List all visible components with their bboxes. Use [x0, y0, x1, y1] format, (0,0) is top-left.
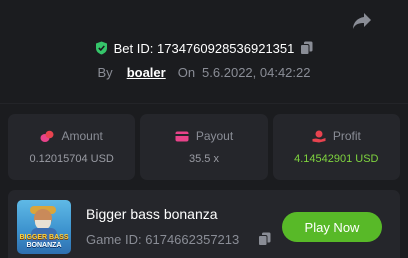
amount-card: Amount 0.12015704 USD — [8, 114, 136, 180]
bet-id-label: Bet ID: — [113, 40, 154, 56]
share-icon[interactable] — [352, 12, 372, 30]
payout-value: 35.5 x — [189, 153, 219, 165]
coins-icon — [40, 130, 54, 142]
profit-label: Profit — [332, 129, 361, 143]
bet-date: 5.6.2022, 04:42:22 — [202, 64, 311, 80]
payout-card: Payout 35.5 x — [140, 114, 268, 180]
amount-value: 0.12015704 USD — [29, 153, 114, 165]
on-label: On — [177, 64, 196, 80]
bet-id-value: 173476092853692135 — [157, 40, 288, 56]
bet-meta-row: By boaler On 5.6.2022, 04:42:22 — [0, 63, 408, 81]
username-link[interactable]: boaler — [127, 65, 166, 80]
profit-card: Profit 4.14542901 USD — [272, 114, 400, 180]
profit-value: 4.14542901 USD — [294, 153, 379, 165]
shield-check-icon — [95, 41, 107, 55]
game-id: Game ID: 6174662357213 — [86, 232, 239, 247]
bet-id-row: Bet ID: 1734760928536921351 — [0, 39, 408, 57]
hand-coin-icon — [312, 130, 326, 142]
game-thumbnail[interactable]: BIGGER BASS BONANZA — [17, 200, 71, 254]
copy-icon[interactable] — [258, 232, 271, 246]
payout-label: Payout — [195, 129, 234, 143]
bet-id-suffix: 1 — [287, 40, 295, 56]
amount-header: Amount — [40, 129, 103, 143]
game-id-value: 6174662357213 — [145, 232, 240, 247]
profit-header: Profit — [312, 129, 361, 143]
game-id-label: Game ID: — [86, 232, 142, 247]
stats-row: Amount 0.12015704 USD Payout 35.5 x Prof… — [8, 114, 400, 180]
divider — [0, 103, 408, 104]
copy-icon[interactable] — [300, 41, 313, 55]
wallet-card-icon — [175, 131, 189, 141]
thumb-logo-top: BIGGER BASS — [19, 234, 69, 241]
payout-header: Payout — [175, 129, 233, 143]
game-title: Bigger bass bonanza — [86, 206, 218, 222]
thumb-logo-bottom: BONANZA — [26, 242, 62, 249]
game-card: BIGGER BASS BONANZA Bigger bass bonanza … — [8, 190, 400, 258]
amount-label: Amount — [61, 129, 103, 143]
by-label: By — [97, 64, 113, 80]
bet-id-text: Bet ID: 1734760928536921351 — [114, 41, 295, 56]
play-now-button[interactable]: Play Now — [282, 212, 382, 242]
